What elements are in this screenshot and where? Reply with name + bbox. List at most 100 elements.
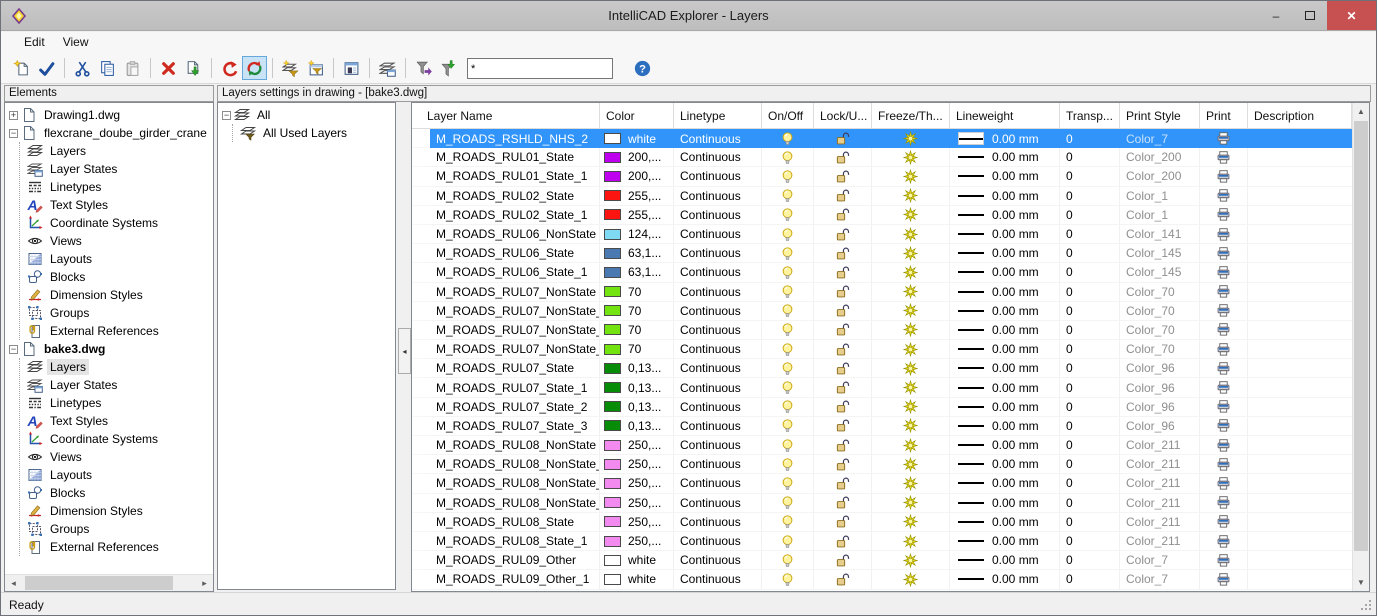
lineweight-cell[interactable]: 0.00 mm — [950, 244, 1060, 262]
layer-row[interactable]: M_ROADS_RUL07_NonState_170Continuous0.00… — [412, 302, 1369, 321]
print-cell[interactable] — [1200, 417, 1248, 435]
unlock-icon[interactable] — [835, 514, 850, 529]
tree-item-linetypes[interactable]: Linetypes — [27, 394, 213, 412]
color-cell[interactable]: 250,... — [600, 494, 674, 512]
invert-filter-button[interactable] — [411, 56, 436, 80]
color-swatch[interactable] — [604, 344, 621, 355]
color-cell[interactable]: 200,... — [600, 167, 674, 185]
tree-item-flexcrane-doube-girder-crane[interactable]: −flexcrane_doube_girder_crane — [7, 124, 213, 142]
layer-name-cell[interactable]: M_ROADS_RUL07_State_1 — [430, 378, 600, 396]
color-swatch[interactable] — [604, 401, 621, 412]
print-cell[interactable] — [1200, 340, 1248, 358]
lineweight-cell[interactable]: 0.00 mm — [950, 129, 1060, 148]
on-off-cell[interactable] — [762, 167, 814, 185]
printer-icon[interactable] — [1216, 380, 1231, 395]
linetype-cell[interactable]: Continuous — [674, 513, 762, 531]
minimize-button[interactable]: – — [1259, 1, 1293, 30]
layer-name-cell[interactable]: M_ROADS_RUL07_NonState_2 — [430, 321, 600, 339]
unlock-icon[interactable] — [835, 361, 850, 376]
transparency-cell[interactable]: 0 — [1060, 551, 1120, 569]
freeze-cell[interactable] — [872, 167, 950, 185]
printer-icon[interactable] — [1216, 188, 1231, 203]
layer-row[interactable]: M_ROADS_RUL01_State200,...Continuous0.00… — [412, 148, 1369, 167]
freeze-cell[interactable] — [872, 436, 950, 454]
transparency-cell[interactable]: 0 — [1060, 302, 1120, 320]
printer-icon[interactable] — [1216, 361, 1231, 376]
collapse-icon[interactable]: − — [9, 129, 18, 138]
thawed-icon[interactable] — [903, 227, 918, 242]
freeze-cell[interactable] — [872, 417, 950, 435]
printer-icon[interactable] — [1216, 418, 1231, 433]
layer-row[interactable]: M_ROADS_RUL06_State_163,1...Continuous0.… — [412, 263, 1369, 282]
tree-item-linetypes[interactable]: Linetypes — [27, 178, 213, 196]
printer-icon[interactable] — [1216, 150, 1231, 165]
lock-cell[interactable] — [814, 283, 872, 301]
lock-cell[interactable] — [814, 513, 872, 531]
on-off-cell[interactable] — [762, 263, 814, 281]
unlock-icon[interactable] — [835, 303, 850, 318]
thawed-icon[interactable] — [903, 169, 918, 184]
layer-row-cells[interactable]: M_ROADS_RUL08_NonState_1250,...Continuou… — [430, 455, 1369, 474]
color-swatch[interactable] — [604, 248, 621, 259]
layer-row-cells[interactable]: M_ROADS_RUL07_State0,13...Continuous0.00… — [430, 359, 1369, 378]
linetype-cell[interactable]: Continuous — [674, 494, 762, 512]
unlock-icon[interactable] — [835, 418, 850, 433]
on-off-cell[interactable] — [762, 398, 814, 416]
lock-cell[interactable] — [814, 359, 872, 377]
color-cell[interactable]: 255,... — [600, 206, 674, 224]
print-style-cell[interactable]: Color_200 — [1120, 167, 1200, 185]
on-off-cell[interactable] — [762, 283, 814, 301]
column-header-on-off[interactable]: On/Off — [762, 103, 814, 128]
color-cell[interactable]: 250,... — [600, 455, 674, 473]
description-cell[interactable] — [1248, 436, 1352, 454]
new-layer-filter-button[interactable] — [278, 56, 303, 80]
transparency-cell[interactable]: 0 — [1060, 283, 1120, 301]
lineweight-cell[interactable]: 0.00 mm — [950, 359, 1060, 377]
close-button[interactable]: ✕ — [1327, 1, 1376, 30]
thawed-icon[interactable] — [903, 399, 918, 414]
description-cell[interactable] — [1248, 551, 1352, 569]
layer-row-cells[interactable]: M_ROADS_RUL07_NonState_270Continuous0.00… — [430, 321, 1369, 340]
print-cell[interactable] — [1200, 129, 1248, 148]
color-cell[interactable]: 250,... — [600, 513, 674, 531]
lock-cell[interactable] — [814, 148, 872, 166]
on-off-cell[interactable] — [762, 551, 814, 569]
printer-icon[interactable] — [1216, 265, 1231, 280]
lineweight-cell[interactable]: 0.00 mm — [950, 474, 1060, 492]
lineweight-cell[interactable]: 0.00 mm — [950, 302, 1060, 320]
transparency-cell[interactable]: 0 — [1060, 359, 1120, 377]
print-style-cell[interactable]: Color_211 — [1120, 455, 1200, 473]
layer-row-cells[interactable]: M_ROADS_RUL08_NonState250,...Continuous0… — [430, 436, 1369, 455]
print-style-cell[interactable]: Color_211 — [1120, 436, 1200, 454]
scroll-left-button[interactable]: ◂ — [5, 575, 22, 591]
tree-item-layer-states[interactable]: Layer States — [27, 160, 213, 178]
unlock-icon[interactable] — [835, 227, 850, 242]
color-cell[interactable]: 70 — [600, 340, 674, 358]
on-off-cell[interactable] — [762, 340, 814, 358]
layer-row-cells[interactable]: M_ROADS_RUL07_NonState_170Continuous0.00… — [430, 302, 1369, 321]
linetype-cell[interactable]: Continuous — [674, 570, 762, 588]
unlock-icon[interactable] — [835, 342, 850, 357]
unlock-icon[interactable] — [835, 534, 850, 549]
description-cell[interactable] — [1248, 474, 1352, 492]
thawed-icon[interactable] — [903, 534, 918, 549]
print-style-cell[interactable]: Color_7 — [1120, 570, 1200, 588]
layer-row-cells[interactable]: M_ROADS_RUL08_State_1250,...Continuous0.… — [430, 532, 1369, 551]
printer-icon[interactable] — [1216, 227, 1231, 242]
layer-row-cells[interactable]: M_ROADS_RUL07_State_10,13...Continuous0.… — [430, 378, 1369, 397]
transparency-cell[interactable]: 0 — [1060, 167, 1120, 185]
scroll-down-button[interactable]: ▼ — [1353, 574, 1369, 591]
print-style-cell[interactable]: Color_211 — [1120, 532, 1200, 550]
transparency-cell[interactable]: 0 — [1060, 474, 1120, 492]
print-style-cell[interactable]: Color_7 — [1120, 551, 1200, 569]
layer-filters-tree[interactable]: −AllAll Used Layers — [217, 102, 396, 590]
lineweight-cell[interactable]: 0.00 mm — [950, 167, 1060, 185]
lineweight-cell[interactable]: 0.00 mm — [950, 532, 1060, 550]
linetype-cell[interactable]: Continuous — [674, 167, 762, 185]
on-off-cell[interactable] — [762, 129, 814, 148]
unlock-icon[interactable] — [835, 207, 850, 222]
layer-name-cell[interactable]: M_ROADS_RUL09_Other_1 — [430, 570, 600, 588]
on-off-cell[interactable] — [762, 455, 814, 473]
layer-name-cell[interactable]: M_ROADS_RUL08_State — [430, 513, 600, 531]
print-style-cell[interactable]: Color_211 — [1120, 494, 1200, 512]
